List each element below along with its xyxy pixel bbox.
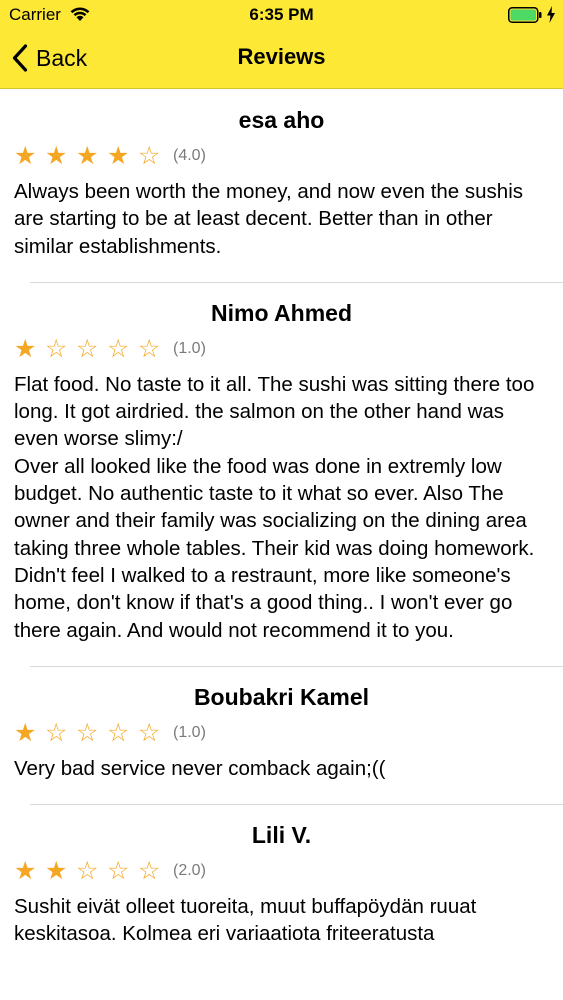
reviewer-name: esa aho bbox=[238, 107, 325, 133]
star-empty-icon: ☆ bbox=[76, 856, 99, 886]
star-empty-icon: ☆ bbox=[138, 856, 161, 886]
star-filled-icon: ★ bbox=[107, 141, 130, 170]
star-filled-icon: ★ bbox=[14, 333, 37, 363]
star-rating: ★ ★ ★ ★ ☆ (4.0) bbox=[14, 143, 549, 169]
star-filled-icon: ★ bbox=[14, 717, 37, 747]
star-empty-icon: ☆ bbox=[76, 333, 99, 363]
star-empty-icon: ☆ bbox=[76, 717, 99, 747]
review-item: esa aho ★ ★ ★ ★ ☆ (4.0) Always been worth the… bbox=[0, 89, 563, 282]
review-text: Flat food. No taste to it all. The sushi… bbox=[14, 372, 535, 642]
star-filled-icon: ★ bbox=[14, 141, 37, 170]
battery-icon bbox=[508, 7, 542, 23]
star-empty-icon: ☆ bbox=[138, 141, 161, 170]
rating-value: (4.0) bbox=[173, 147, 206, 164]
reviewer-name: Boubakri Kamel bbox=[193, 683, 370, 710]
charging-bolt-icon bbox=[547, 6, 555, 23]
rating-value: (2.0) bbox=[173, 862, 206, 880]
star-rating: ★ ☆ ☆ ☆ ☆ (1.0) bbox=[14, 333, 549, 363]
star-rating: ★ ☆ ☆ ☆ ☆ (1.0) bbox=[14, 717, 549, 747]
navigation-bar: Back Reviews bbox=[0, 30, 563, 88]
status-bar: Carrier 6:35 PM bbox=[0, 0, 563, 30]
reviews-list[interactable]: esa aho ★ ★ ★ ★ ☆ (4.0) Always been worth the… bbox=[0, 89, 563, 970]
star-filled-icon: ★ bbox=[45, 856, 68, 886]
review-text: Sushit eivät olleet tuoreita, muut buffa… bbox=[14, 895, 483, 946]
star-filled-icon: ★ bbox=[76, 141, 99, 170]
review-item: Boubakri Kamel ★ ☆ ☆ ☆ ☆ (1.0) Very bad servi… bbox=[0, 665, 563, 804]
star-empty-icon: ☆ bbox=[107, 333, 130, 363]
star-empty-icon: ☆ bbox=[138, 717, 161, 747]
reviewer-name: Lili V. bbox=[251, 822, 312, 849]
star-empty-icon: ☆ bbox=[138, 333, 161, 363]
star-rating: ★ ★ ☆ ☆ ☆ (2.0) bbox=[14, 858, 549, 884]
review-text: Always been worth the money, and now eve… bbox=[14, 180, 529, 258]
star-empty-icon: ☆ bbox=[45, 717, 68, 747]
rating-value: (1.0) bbox=[173, 723, 206, 741]
review-item: Lili V. ★ ★ ☆ ☆ ☆ (2.0) Sushit eivät olleet t… bbox=[0, 804, 563, 970]
star-filled-icon: ★ bbox=[14, 856, 37, 886]
status-time: 6:35 PM bbox=[249, 5, 314, 24]
star-filled-icon: ★ bbox=[45, 141, 68, 170]
star-empty-icon: ☆ bbox=[45, 333, 68, 363]
review-text: Very bad service never comback again;(( bbox=[14, 756, 386, 780]
page-title: Reviews bbox=[237, 44, 326, 69]
rating-value: (1.0) bbox=[173, 339, 206, 357]
star-empty-icon: ☆ bbox=[107, 717, 130, 747]
review-item: Nimo Ahmed ★ ☆ ☆ ☆ ☆ (1.0) Flat food. No tast… bbox=[0, 281, 563, 666]
star-empty-icon: ☆ bbox=[107, 856, 130, 886]
top-bar: Carrier 6:35 PM Back Reviews bbox=[0, 0, 563, 89]
reviewer-name: Nimo Ahmed bbox=[211, 299, 352, 326]
